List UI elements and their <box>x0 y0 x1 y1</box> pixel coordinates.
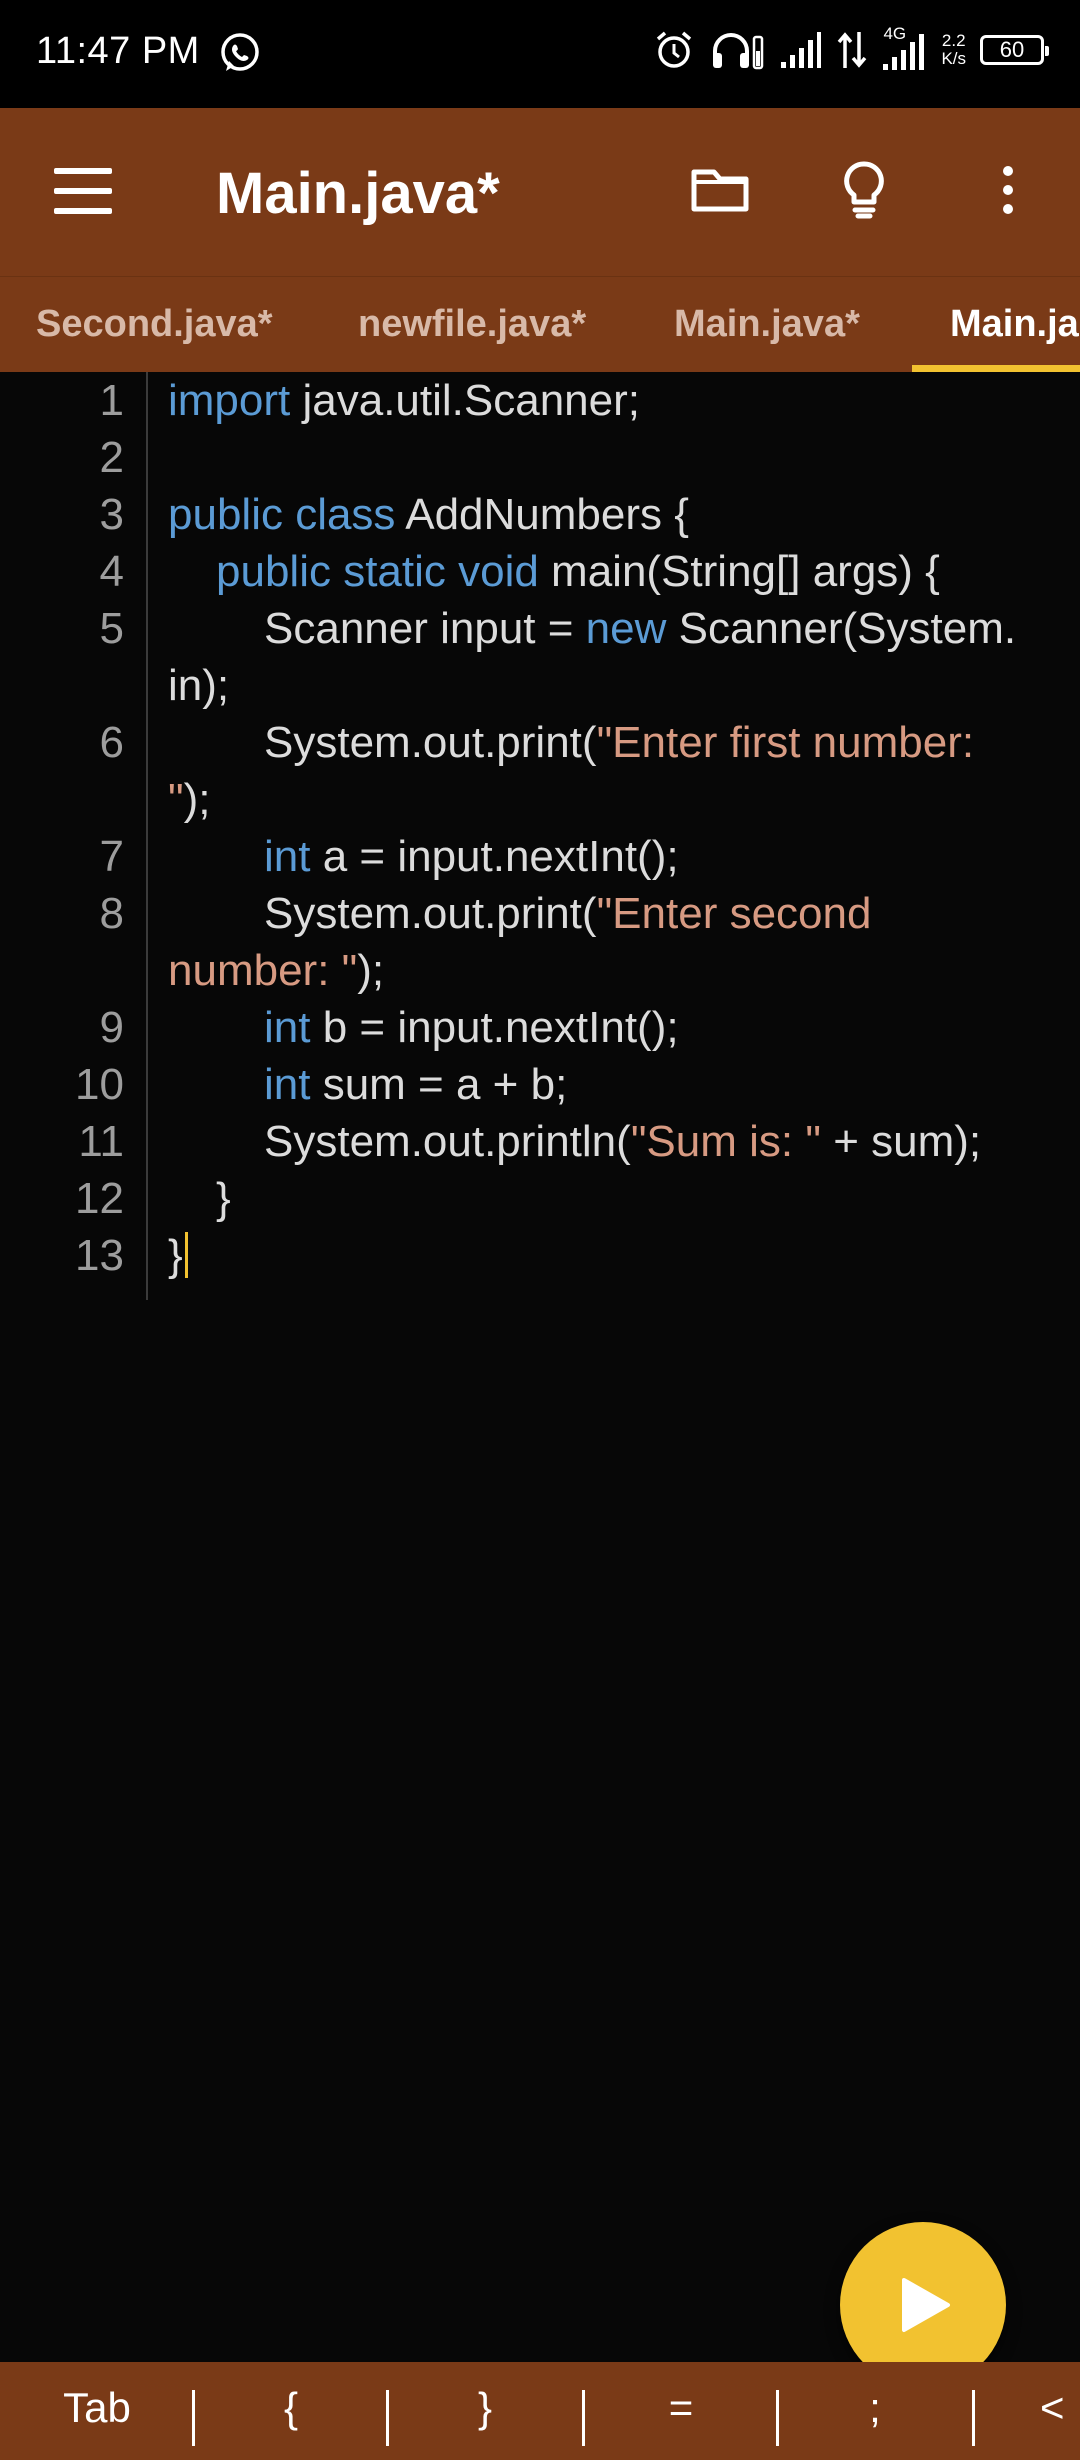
headphones-icon <box>713 33 764 70</box>
key-separator <box>972 2390 975 2446</box>
code-editor[interactable]: 1 2 3 4 5 6 7 8 9 10 11 12 13 import jav… <box>0 372 1080 2362</box>
code-line: int a = input.nextInt(); <box>264 832 679 881</box>
more-vert-icon[interactable] <box>976 158 1040 222</box>
code-line: } <box>216 1174 231 1223</box>
code-line-wrap: "); <box>168 775 211 824</box>
code-line: public class AddNumbers { <box>168 490 689 539</box>
gutter-divider <box>146 372 148 1300</box>
line-number: 10 <box>75 1060 124 1109</box>
signal-4g-icon: 4G <box>881 24 927 72</box>
line-number: 3 <box>99 490 124 539</box>
speed-value: 2.2 <box>941 31 966 50</box>
code-line: int b = input.nextInt(); <box>264 1003 679 1052</box>
app-bar: Main.java* <box>0 108 1080 276</box>
code-line: System.out.println("Sum is: " + sum); <box>264 1117 982 1166</box>
tab-newfile-java[interactable]: newfile.java* <box>358 303 586 346</box>
status-bar: 11:47 PM 4G 2.2 K/s 60 <box>0 0 1080 108</box>
key-separator <box>776 2390 779 2446</box>
line-number: 2 <box>99 433 124 482</box>
whatsapp-icon <box>221 33 259 71</box>
code-line-wrap: number: "); <box>168 946 385 995</box>
code-line: System.out.print("Enter second <box>264 889 872 938</box>
code-line: int sum = a + b; <box>264 1060 568 1109</box>
folder-icon[interactable] <box>688 158 752 222</box>
key-semicolon[interactable]: ; <box>810 2384 940 2432</box>
speed-unit: K/s <box>941 49 966 68</box>
tab-main-java[interactable]: Main.java* <box>674 303 860 346</box>
menu-icon[interactable] <box>54 168 112 214</box>
battery-icon: 60 <box>980 35 1049 65</box>
status-time: 11:47 PM <box>36 30 200 72</box>
code-line: System.out.print("Enter first number: <box>264 718 975 767</box>
line-number: 7 <box>99 832 124 881</box>
lightbulb-icon[interactable] <box>832 158 896 222</box>
text-cursor <box>184 1232 188 1278</box>
key-tab[interactable]: Tab <box>32 2384 162 2432</box>
code-line: Scanner input = new Scanner(System. <box>264 604 1017 653</box>
key-less-than[interactable]: < <box>1040 2384 1080 2432</box>
battery-level: 60 <box>999 37 1025 62</box>
tab-second-java[interactable]: Second.java* <box>36 303 273 346</box>
key-separator <box>582 2390 585 2446</box>
line-number: 5 <box>99 604 124 653</box>
tab-main-java-active[interactable]: Main.ja <box>950 303 1079 346</box>
line-number: 1 <box>99 376 124 425</box>
line-number: 13 <box>75 1231 124 1280</box>
active-tab-indicator <box>912 365 1080 372</box>
code-line-wrap: in); <box>168 661 230 710</box>
key-open-brace[interactable]: { <box>226 2384 356 2432</box>
alarm-icon <box>657 31 692 68</box>
code-line: } <box>168 1231 188 1281</box>
key-close-brace[interactable]: } <box>420 2384 550 2432</box>
network-speed: 2.2 K/s <box>941 32 966 68</box>
data-transfer-icon <box>838 32 867 68</box>
line-number: 8 <box>99 889 124 938</box>
symbol-key-bar: Tab { } = ; < <box>0 2362 1080 2460</box>
line-number: 4 <box>99 547 124 596</box>
key-separator <box>386 2390 389 2446</box>
line-number: 6 <box>99 718 124 767</box>
code-line: public static void main(String[] args) { <box>216 547 940 596</box>
line-number: 9 <box>99 1003 124 1052</box>
status-icons: 4G 2.2 K/s 60 <box>653 24 1049 72</box>
key-separator <box>192 2390 195 2446</box>
signal-icon <box>781 32 822 68</box>
code-line: import java.util.Scanner; <box>168 376 640 425</box>
play-icon <box>902 2278 950 2332</box>
line-number: 11 <box>78 1117 124 1166</box>
key-equals[interactable]: = <box>616 2384 746 2432</box>
file-tabs: Second.java* newfile.java* Main.java* Ma… <box>0 276 1080 373</box>
page-title: Main.java* <box>216 161 500 226</box>
line-number: 12 <box>75 1174 124 1223</box>
